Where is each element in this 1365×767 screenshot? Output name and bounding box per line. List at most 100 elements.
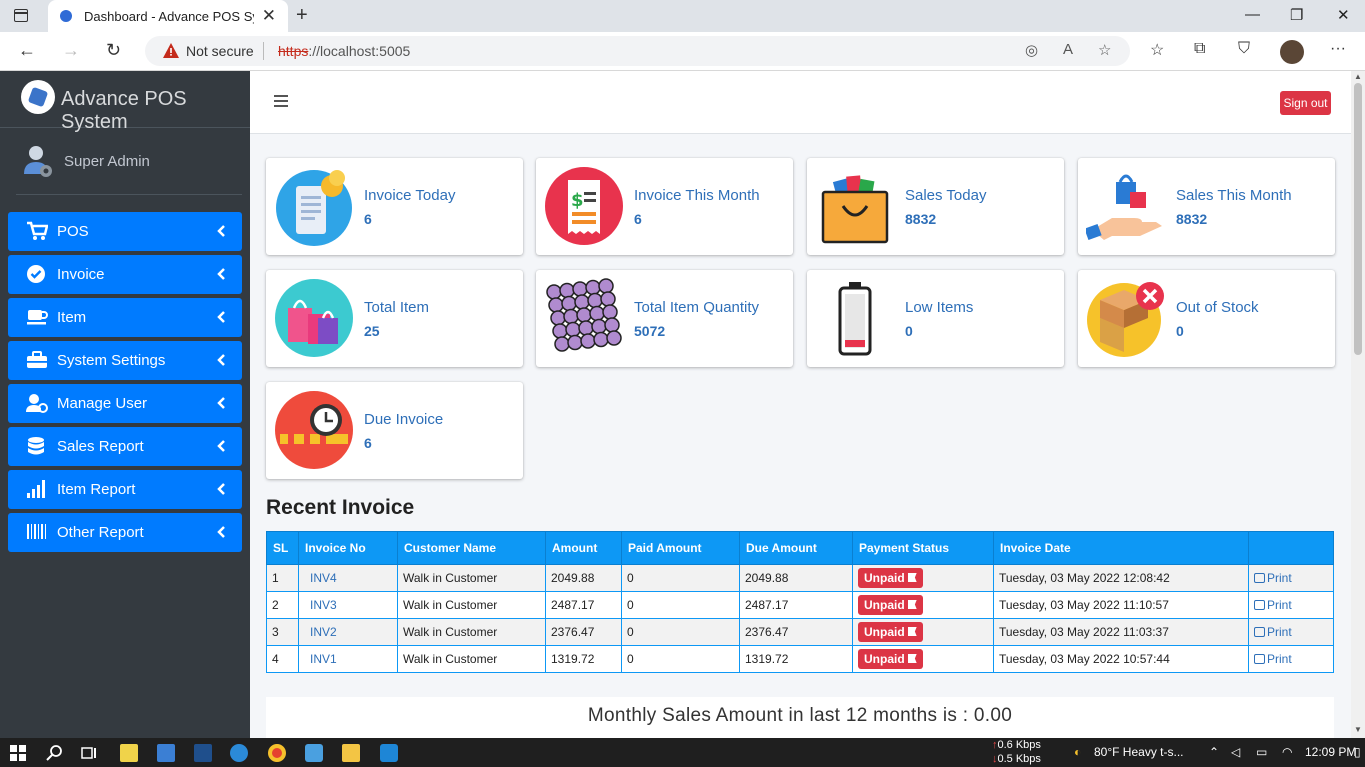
close-window-icon[interactable]: ✕: [1337, 6, 1350, 24]
sidebar-item-system-settings[interactable]: System Settings: [8, 341, 242, 380]
invoice-link[interactable]: INV3: [304, 598, 337, 612]
chevron-left-icon: [217, 354, 225, 366]
sign-out-button[interactable]: Sign out: [1280, 91, 1331, 115]
cell-customer: Walk in Customer: [397, 645, 546, 673]
page-scrollbar[interactable]: ▲ ▼: [1351, 71, 1365, 738]
stat-card-sales-this-month[interactable]: Sales This Month 8832: [1078, 158, 1335, 255]
profile-avatar[interactable]: [1280, 40, 1304, 64]
notifications-icon[interactable]: ▯: [1354, 745, 1361, 759]
stat-card-invoice-today[interactable]: Invoice Today 6: [266, 158, 523, 255]
stat-card-due-invoice[interactable]: Due Invoice 6: [266, 382, 523, 479]
new-tab-icon[interactable]: +: [296, 4, 308, 27]
read-aloud-icon[interactable]: A: [1063, 41, 1073, 58]
sidebar-item-manage-user[interactable]: Manage User: [8, 384, 242, 423]
chrome-browser-icon[interactable]: [268, 744, 286, 762]
close-tab-icon[interactable]: ✕: [262, 6, 276, 26]
tab-actions-icon[interactable]: [14, 9, 28, 22]
invoice-link[interactable]: INV2: [304, 625, 337, 639]
back-icon[interactable]: ←: [18, 40, 36, 61]
low-battery-icon: [838, 282, 872, 356]
more-options-icon[interactable]: ···: [1330, 40, 1346, 58]
notes-app-icon[interactable]: [120, 744, 138, 762]
tab-title: Dashboard - Advance POS System: [84, 9, 254, 24]
browser-tab-active[interactable]: Dashboard - Advance POS System ✕: [48, 0, 288, 32]
add-favorite-icon[interactable]: ☆: [1098, 41, 1111, 59]
edge-browser-icon[interactable]: [230, 744, 248, 762]
signal-bars-icon: [27, 480, 45, 498]
cell-paid: 0: [621, 564, 740, 592]
clock-tape-icon: [275, 391, 353, 469]
stacked-spheres-icon: [546, 278, 622, 352]
stat-card-sales-today[interactable]: Sales Today 8832: [807, 158, 1064, 255]
cell-paid: 0: [621, 645, 740, 673]
sidebar-item-item-report[interactable]: Item Report: [8, 470, 242, 509]
sidebar-item-other-report[interactable]: Other Report: [8, 513, 242, 552]
powershell-icon[interactable]: [194, 744, 212, 762]
sidebar-item-label: Invoice: [57, 266, 105, 283]
wifi-icon[interactable]: ◠: [1282, 745, 1292, 759]
weather-text[interactable]: 80°F Heavy t-s...: [1094, 745, 1184, 759]
print-link[interactable]: Print: [1254, 652, 1292, 666]
network-app-icon[interactable]: [305, 744, 323, 762]
file-explorer-icon[interactable]: [342, 744, 360, 762]
chevron-left-icon: [217, 483, 225, 495]
top-navbar: Sign out: [250, 71, 1351, 134]
task-view-icon[interactable]: [80, 744, 98, 762]
sidebar-item-label: System Settings: [57, 352, 166, 369]
sidebar-item-pos[interactable]: POS: [8, 212, 242, 251]
print-link[interactable]: Print: [1254, 625, 1292, 639]
scrollbar-thumb[interactable]: [1354, 83, 1362, 355]
scroll-down-icon[interactable]: ▼: [1354, 725, 1362, 734]
url-text[interactable]: https://localhost:5005: [278, 43, 410, 59]
tray-chevron-icon[interactable]: ⌃: [1209, 745, 1219, 759]
collections-icon[interactable]: ⧉: [1194, 40, 1205, 58]
chevron-left-icon: [217, 225, 225, 237]
brand-link[interactable]: Advance POS System: [0, 71, 250, 133]
brand-logo-icon: [21, 80, 55, 114]
browser-essentials-icon[interactable]: ⛉: [1238, 40, 1250, 58]
address-bar[interactable]: Not secure https://localhost:5005 ◎ A ☆: [145, 36, 1130, 66]
user-avatar-icon: [24, 146, 52, 177]
print-link[interactable]: Print: [1254, 571, 1292, 585]
sidebar-item-item[interactable]: Item: [8, 298, 242, 337]
stat-card-total-item-quantity[interactable]: Total Item Quantity 5072: [536, 270, 793, 367]
location-icon[interactable]: ◎: [1025, 41, 1038, 59]
browser-tab-bar: Dashboard - Advance POS System ✕ + — ❐ ✕: [0, 0, 1365, 32]
search-icon[interactable]: [46, 744, 64, 762]
vscode-icon[interactable]: [380, 744, 398, 762]
table-row: 1 INV4 Walk in Customer 2049.88 0 2049.8…: [266, 564, 1334, 592]
refresh-icon[interactable]: ↻: [106, 40, 121, 61]
divider: [16, 194, 242, 195]
stat-title: Invoice This Month: [634, 187, 760, 204]
stat-card-invoice-this-month[interactable]: $ Invoice This Month 6: [536, 158, 793, 255]
clock[interactable]: 12:09 PM: [1305, 745, 1356, 759]
minimize-icon[interactable]: —: [1245, 6, 1260, 23]
cell-due: 2487.17: [739, 591, 853, 619]
hamburger-menu-icon[interactable]: [274, 95, 288, 107]
weather-icon[interactable]: ◐: [1074, 745, 1081, 759]
volume-icon[interactable]: ◁: [1231, 745, 1240, 759]
battery-icon[interactable]: ▭: [1256, 745, 1267, 759]
cup-icon: [27, 310, 48, 325]
scroll-up-icon[interactable]: ▲: [1354, 72, 1362, 81]
favicon-icon: [60, 10, 72, 22]
control-panel-icon[interactable]: [157, 744, 175, 762]
warning-icon: [163, 43, 179, 58]
favorites-icon[interactable]: ☆: [1150, 40, 1164, 60]
user-name[interactable]: Super Admin: [64, 153, 150, 170]
col-customer-name: Customer Name: [397, 531, 546, 565]
forward-icon[interactable]: →: [62, 40, 80, 61]
cell-due: 2376.47: [739, 618, 853, 646]
print-link[interactable]: Print: [1254, 598, 1292, 612]
invoice-link[interactable]: INV4: [304, 571, 337, 585]
stat-card-total-item[interactable]: Total Item 25: [266, 270, 523, 367]
windows-start-icon[interactable]: [10, 745, 26, 761]
security-label[interactable]: Not secure: [186, 43, 254, 59]
sidebar-item-invoice[interactable]: Invoice: [8, 255, 242, 294]
sidebar-item-sales-report[interactable]: Sales Report: [8, 427, 242, 466]
stat-card-low-items[interactable]: Low Items 0: [807, 270, 1064, 367]
invoice-link[interactable]: INV1: [304, 652, 337, 666]
stat-title: Sales This Month: [1176, 187, 1292, 204]
restore-icon[interactable]: ❐: [1290, 6, 1303, 24]
stat-card-out-of-stock[interactable]: Out of Stock 0: [1078, 270, 1335, 367]
